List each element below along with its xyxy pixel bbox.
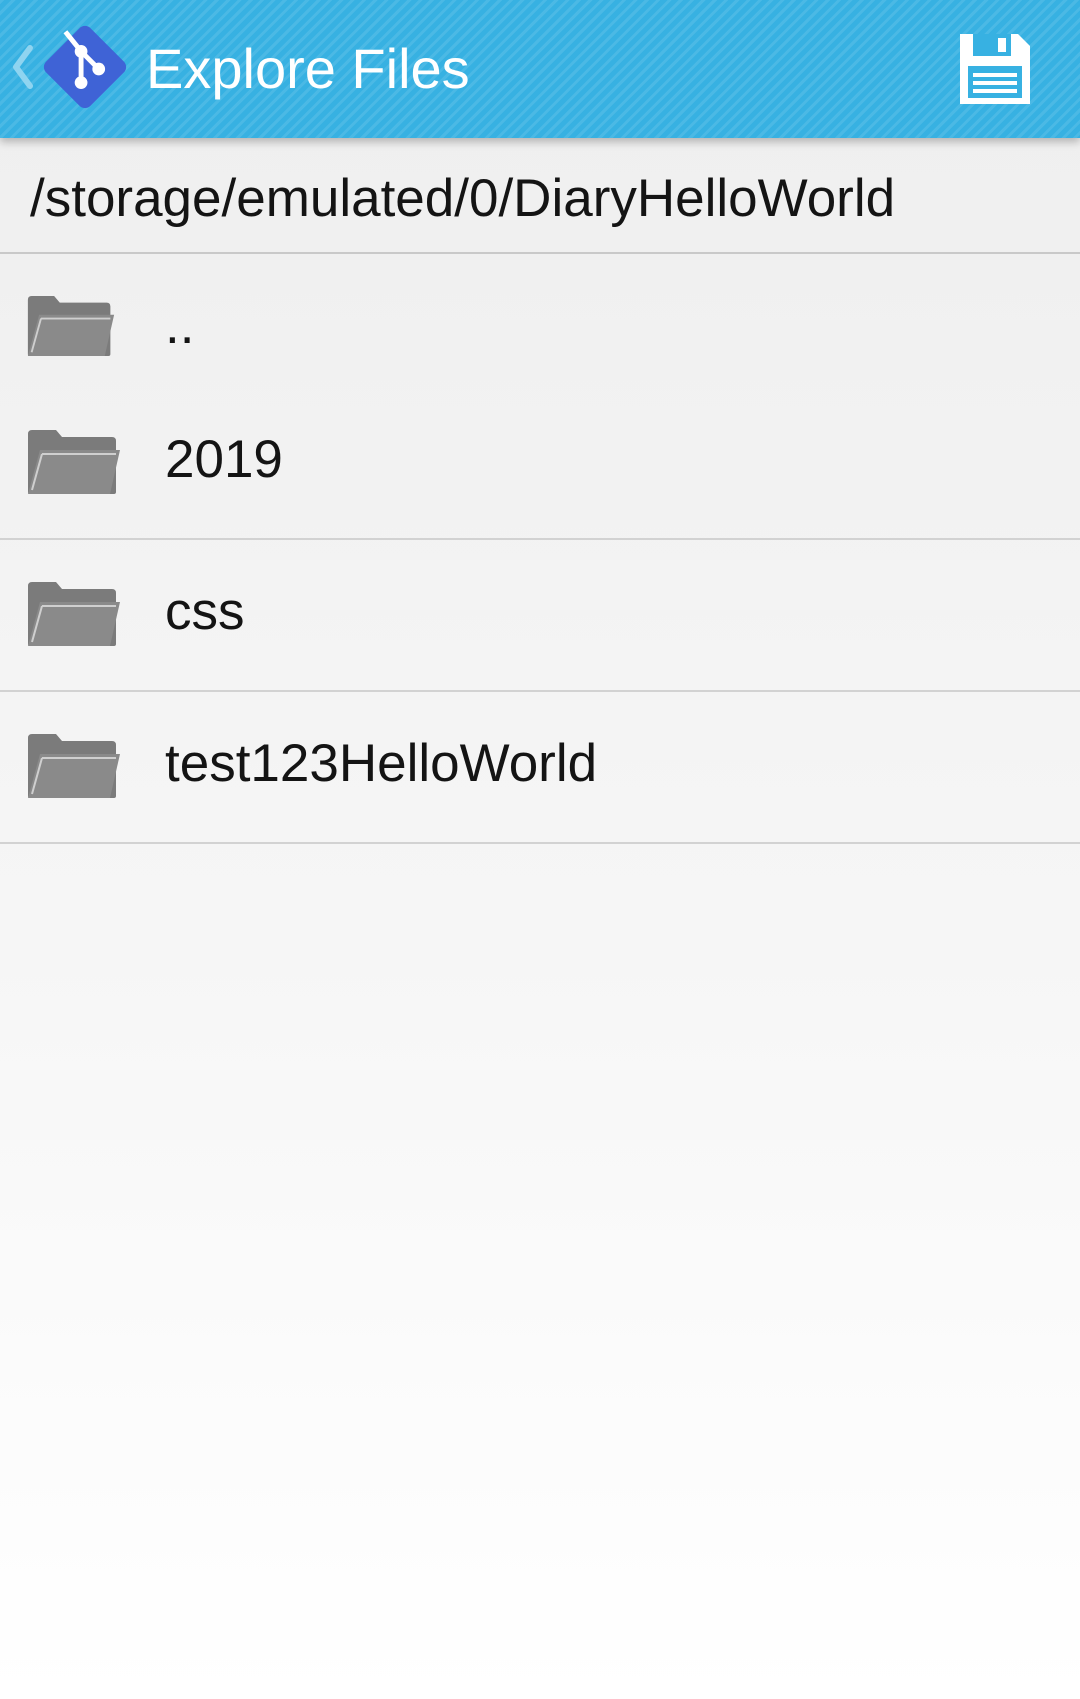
breadcrumb: /storage/emulated/0/DiaryHelloWorld [0, 138, 1080, 254]
folder-icon [28, 734, 120, 798]
chevron-left-icon[interactable] [10, 42, 36, 92]
list-item-label: .. [165, 296, 195, 355]
app-bar: Explore Files [0, 0, 1080, 138]
save-button[interactable] [956, 30, 1034, 108]
list-item-label: test123HelloWorld [165, 734, 598, 793]
list-item-test123helloworld[interactable]: test123HelloWorld [0, 692, 1080, 844]
list-item-2019[interactable]: 2019 [0, 388, 1080, 540]
page-title: Explore Files [146, 37, 470, 100]
folder-icon [28, 582, 120, 646]
file-list: .. 2019 css test123HelloWorld [0, 254, 1080, 844]
folder-icon [27, 296, 115, 356]
git-logo-icon[interactable] [36, 18, 134, 116]
current-path: /storage/emulated/0/DiaryHelloWorld [30, 169, 896, 228]
list-item-label: 2019 [165, 430, 283, 489]
folder-icon [28, 430, 120, 494]
list-item-css[interactable]: css [0, 540, 1080, 692]
floppy-disk-icon [960, 34, 1030, 104]
list-item-label: css [165, 582, 245, 641]
list-item-parent-directory[interactable]: .. [0, 254, 1080, 388]
